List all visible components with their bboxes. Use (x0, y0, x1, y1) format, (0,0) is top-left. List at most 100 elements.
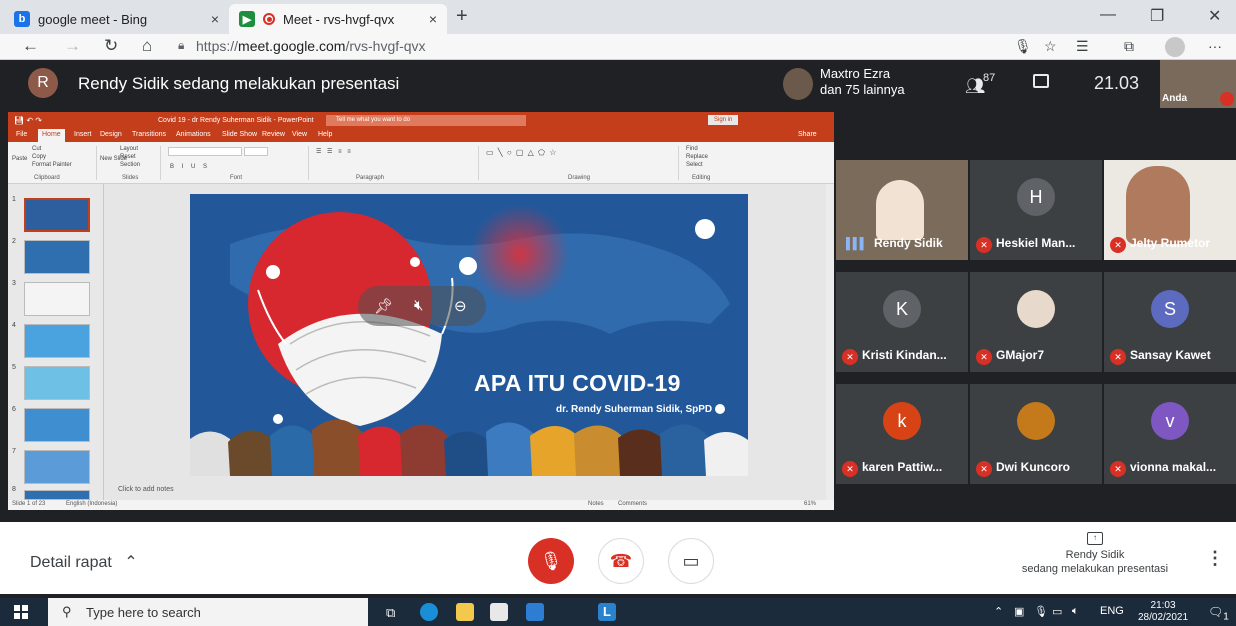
reset-button: Reset (120, 154, 136, 160)
home-icon[interactable]: ⌂ (142, 36, 152, 56)
favorite-star-icon[interactable]: ☆ (1044, 38, 1057, 55)
mute-overlay-icon[interactable]: 🔇︎ (414, 297, 423, 314)
tab-meet[interactable]: ▶ Meet - rvs-hvgf-qvx × (229, 4, 447, 34)
slide-artwork (190, 204, 748, 476)
tray-chevron-icon[interactable]: ⌃ (994, 605, 1003, 618)
profile-avatar[interactable] (1165, 37, 1185, 57)
app-l-icon[interactable]: L (598, 603, 616, 621)
camera-toggle-button[interactable]: ▭ (668, 538, 714, 584)
close-tab-icon[interactable]: × (429, 11, 437, 27)
participant-tile[interactable]: ▌▌▌ Rendy Sidik (836, 160, 968, 260)
participant-name: GMajor7 (996, 348, 1045, 362)
ribbon-tab-insert: Insert (74, 131, 92, 138)
participant-video (876, 180, 924, 240)
comments-toggle: Comments (618, 501, 648, 507)
tell-me-search: Tell me what you want to do (326, 115, 526, 126)
participant-tile[interactable]: H ✕ Heskiel Man... (970, 160, 1102, 260)
file-explorer-icon[interactable] (456, 603, 474, 621)
forward-icon[interactable]: → (64, 36, 81, 56)
slide-counter: Slide 1 of 23 (12, 501, 46, 507)
presentation-screen: 💾︎ ↶ ↷ Covid 19 - dr Rendy Suherman Sidi… (8, 112, 834, 510)
microphone-toggle-button[interactable]: 🎙︎ (528, 538, 574, 584)
more-options-icon[interactable]: ⋮ (1206, 548, 1224, 569)
favorites-icon[interactable]: ☰ (1076, 38, 1089, 55)
meeting-details-button[interactable]: Detail rapat ⌃ (30, 552, 138, 572)
font-style-buttons: B I U S (170, 164, 211, 170)
close-tab-icon[interactable]: × (211, 11, 219, 27)
self-view-tile[interactable]: Anda (1160, 60, 1236, 108)
tab-title: google meet - Bing (38, 11, 148, 27)
taskbar-date: 28/02/2021 (1138, 612, 1189, 623)
present-screen-icon: ↑ (1087, 532, 1103, 545)
back-icon[interactable]: ← (22, 36, 39, 56)
slide-thumbnail (24, 282, 90, 316)
pin-icon[interactable]: 📌︎ (374, 297, 393, 315)
recording-icon (263, 13, 275, 25)
close-window-icon[interactable]: ✕ (1208, 6, 1221, 26)
camera-icon: ▭ (682, 550, 700, 571)
tray-mic-icon[interactable]: 🎙︎ (1034, 605, 1048, 618)
tab-bing[interactable]: b google meet - Bing × (4, 4, 229, 34)
remove-icon[interactable]: ⊖ (454, 297, 467, 315)
participant-tile[interactable]: k ✕ karen Pattiw... (836, 384, 968, 484)
participant-tile[interactable]: K ✕ Kristi Kindan... (836, 272, 968, 372)
ribbon-group-paragraph: Paragraph (356, 175, 385, 181)
participant-tile[interactable]: S ✕ Sansay Kawet (1104, 272, 1236, 372)
tray-app-icon[interactable]: ▣ (1014, 605, 1024, 618)
presenting-status[interactable]: ↑ Rendy Sidik sedang melakukan presentas… (1010, 532, 1180, 576)
store-icon[interactable] (490, 603, 508, 621)
notes-placeholder: Click to add notes (118, 486, 174, 493)
volume-icon[interactable]: 🔈︎ (1072, 605, 1079, 618)
refresh-icon[interactable]: ↻ (104, 36, 118, 56)
leave-call-button[interactable]: ☎︎ (598, 538, 644, 584)
lock-icon[interactable]: 🔒︎ (178, 38, 184, 53)
participant-tile[interactable]: ✕ GMajor7 (970, 272, 1102, 372)
participant-grid: ▌▌▌ Rendy Sidik H ✕ Heskiel Man... ✕ Jel… (836, 160, 1236, 484)
battery-icon[interactable]: ▭ (1052, 605, 1062, 618)
windows-start-icon[interactable] (14, 605, 28, 619)
hang-up-icon: ☎︎ (609, 550, 633, 571)
participant-name: Jelty Rumetor (1130, 236, 1211, 250)
notification-icon[interactable]: 🗨︎1 (1208, 605, 1229, 622)
screen-share-overlay[interactable]: 📌︎ 🔇︎ ⊖ (358, 286, 486, 326)
tab-title: Meet - rvs-hvgf-qvx (283, 11, 395, 27)
maximize-icon[interactable]: ❐ (1150, 6, 1164, 26)
edge-icon[interactable] (420, 603, 438, 621)
ppt-title-bar: 💾︎ ↶ ↷ Covid 19 - dr Rendy Suherman Sidi… (8, 112, 834, 128)
ppt-ribbon-tabs: File Home Insert Design Transitions Anim… (8, 128, 834, 142)
ppt-window-title: Covid 19 - dr Rendy Suherman Sidik - Pow… (158, 116, 314, 124)
find-button: Find (686, 146, 698, 152)
muted-mic-icon: ✕ (976, 349, 992, 365)
meet-icon: ▶ (239, 11, 255, 27)
new-tab-button[interactable]: + (456, 5, 468, 28)
taskbar-time: 21:03 (1150, 600, 1176, 611)
notes-toggle: Notes (588, 501, 604, 507)
taskbar-search[interactable]: ⚲ Type here to search (48, 598, 368, 626)
copy-button: Copy (32, 154, 47, 160)
ribbon-group-clipboard: Clipboard (34, 175, 60, 181)
url-field[interactable]: https://meet.google.com/rvs-hvgf-qvx (196, 38, 426, 54)
chat-icon[interactable] (1033, 74, 1049, 88)
others-line2: dan 75 lainnya (820, 82, 905, 97)
slide-thumbnail (24, 198, 90, 232)
participant-tile[interactable]: ✕ Jelty Rumetor (1104, 160, 1236, 260)
ribbon-group-editing: Editing (692, 175, 711, 181)
more-menu-icon[interactable]: ··· (1208, 38, 1222, 54)
task-view-icon[interactable]: ⧉ (386, 605, 395, 621)
mail-icon[interactable] (526, 603, 544, 621)
language-indicator[interactable]: ENG (1100, 605, 1124, 617)
minimize-icon[interactable]: — (1100, 6, 1116, 24)
slide-number: 5 (12, 364, 16, 371)
language-status: English (Indonesia) (66, 501, 118, 507)
shapes-gallery: ▭ ╲ ○ ▢ △ ⬠ ☆ (486, 148, 558, 157)
ppt-status-bar: Slide 1 of 23 English (Indonesia) Notes … (8, 500, 834, 510)
participant-tile[interactable]: ✕ Dwi Kuncoro (970, 384, 1102, 484)
ribbon-tab-help: Help (318, 131, 333, 138)
collections-icon[interactable]: ⧉ (1124, 38, 1134, 55)
ribbon-group-slides: Slides (122, 175, 139, 181)
participant-tile[interactable]: v ✕ vionna makal... (1104, 384, 1236, 484)
slide-number: 1 (12, 196, 16, 203)
slide-thumbnail (24, 408, 90, 442)
microphone-permission-icon[interactable]: 🎙︎ (1014, 38, 1032, 55)
taskbar-clock[interactable]: 21:03 28/02/2021 (1138, 600, 1188, 624)
